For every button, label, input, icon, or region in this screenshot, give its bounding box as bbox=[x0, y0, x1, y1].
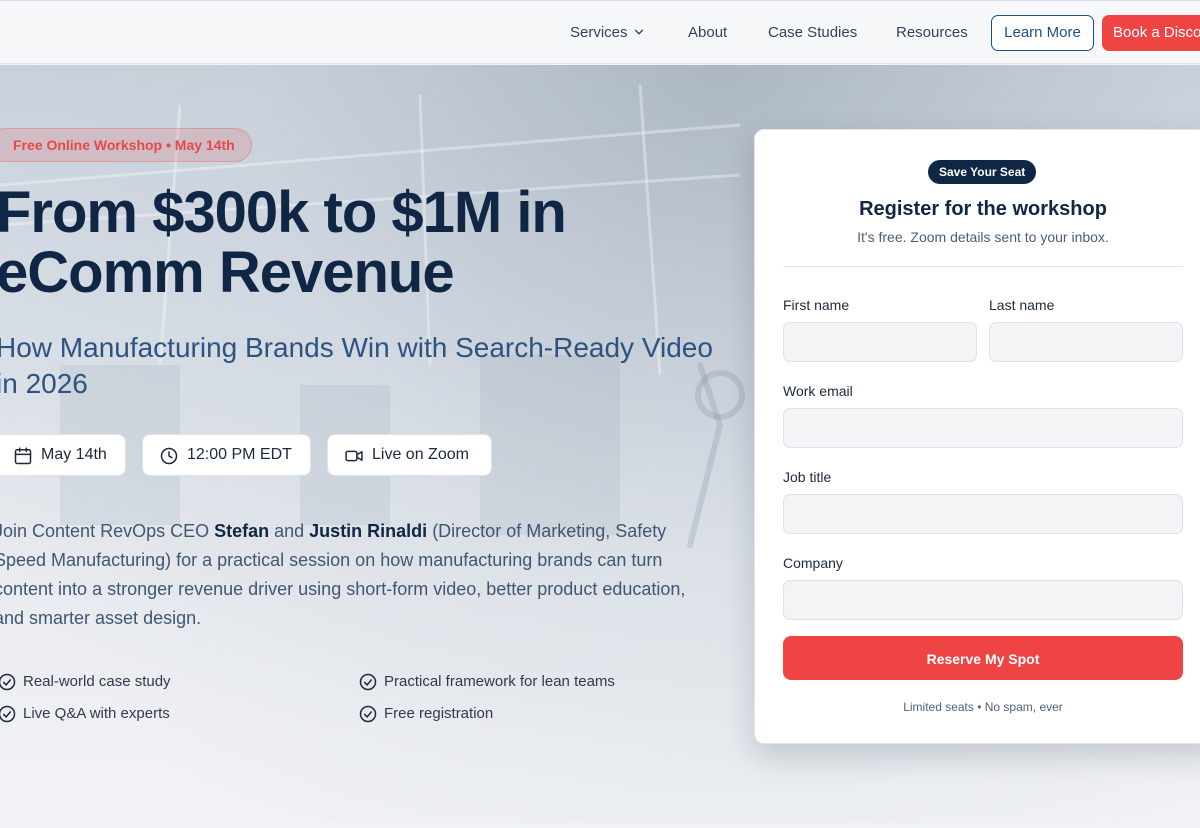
page-subheadline: How Manufacturing Brands Win with Search… bbox=[0, 332, 713, 399]
feature-label: Free registration bbox=[384, 705, 494, 722]
feature-label: Practical framework for lean teams bbox=[384, 673, 615, 690]
feature-item: Practical framework for lean teams bbox=[359, 672, 615, 692]
job-title-label: Job title bbox=[783, 469, 832, 485]
speaker-name: Stefan bbox=[214, 521, 270, 541]
learn-more-button[interactable]: Learn More bbox=[991, 15, 1094, 51]
video-camera-icon bbox=[345, 450, 363, 462]
nav-item-case-studies[interactable]: Case Studies bbox=[768, 23, 857, 43]
time-chip: 12:00 PM EDT bbox=[142, 434, 311, 476]
check-circle-icon bbox=[0, 673, 16, 691]
feature-label: Live Q&A with experts bbox=[23, 705, 170, 722]
feature-item: Free registration bbox=[359, 704, 494, 724]
page-headline: From $300k to $1M in eComm Revenue bbox=[0, 180, 567, 305]
check-circle-icon bbox=[359, 673, 377, 691]
date-chip: May 14th bbox=[0, 434, 126, 476]
first-name-label: First name bbox=[783, 297, 850, 313]
nav-item-resources[interactable]: Resources bbox=[896, 23, 968, 43]
first-name-input[interactable] bbox=[783, 322, 977, 362]
divider bbox=[783, 266, 1183, 267]
check-circle-icon bbox=[0, 705, 16, 723]
last-name-label: Last name bbox=[989, 297, 1055, 313]
feature-label: Real-world case study bbox=[23, 673, 171, 690]
nav-item-services[interactable]: Services bbox=[570, 23, 646, 43]
workshop-date-badge: Free Online Workshop • May 14th bbox=[0, 128, 252, 162]
nav-item-label: Services bbox=[570, 24, 628, 41]
location-chip: Live on Zoom bbox=[327, 434, 492, 476]
speaker-name: Justin Rinaldi bbox=[309, 521, 428, 541]
work-email-label: Work email bbox=[783, 383, 853, 399]
top-navigation: Services About Case Studies Resources Le… bbox=[0, 0, 1200, 64]
nav-item-about[interactable]: About bbox=[688, 23, 727, 43]
company-input[interactable] bbox=[783, 580, 1183, 620]
form-title: Register for the workshop bbox=[859, 198, 1107, 220]
registration-form-card: Save Your Seat Register for the workshop… bbox=[754, 129, 1200, 744]
chevron-down-icon bbox=[634, 29, 643, 35]
book-discovery-call-button[interactable]: Book a Discovery Call bbox=[1102, 15, 1200, 51]
last-name-input[interactable] bbox=[989, 322, 1183, 362]
feature-item: Live Q&A with experts bbox=[0, 704, 170, 724]
workshop-description: Join Content RevOps CEO Stefan and Justi… bbox=[0, 521, 686, 628]
reserve-my-spot-button[interactable]: Reserve My Spot bbox=[783, 636, 1183, 680]
check-circle-icon bbox=[359, 705, 377, 723]
form-fineprint: Limited seats • No spam, ever bbox=[903, 700, 1063, 714]
form-subtitle: It's free. Zoom details sent to your inb… bbox=[857, 229, 1109, 245]
feature-item: Real-world case study bbox=[0, 672, 171, 692]
job-title-input[interactable] bbox=[783, 494, 1183, 534]
company-label: Company bbox=[783, 555, 843, 571]
time-chip-label: 12:00 PM EDT bbox=[187, 446, 292, 463]
calendar-icon bbox=[14, 447, 32, 465]
location-chip-label: Live on Zoom bbox=[372, 446, 469, 463]
save-your-seat-pill: Save Your Seat bbox=[928, 160, 1037, 184]
work-email-input[interactable] bbox=[783, 408, 1183, 448]
date-chip-label: May 14th bbox=[41, 446, 107, 463]
clock-icon bbox=[160, 447, 178, 465]
